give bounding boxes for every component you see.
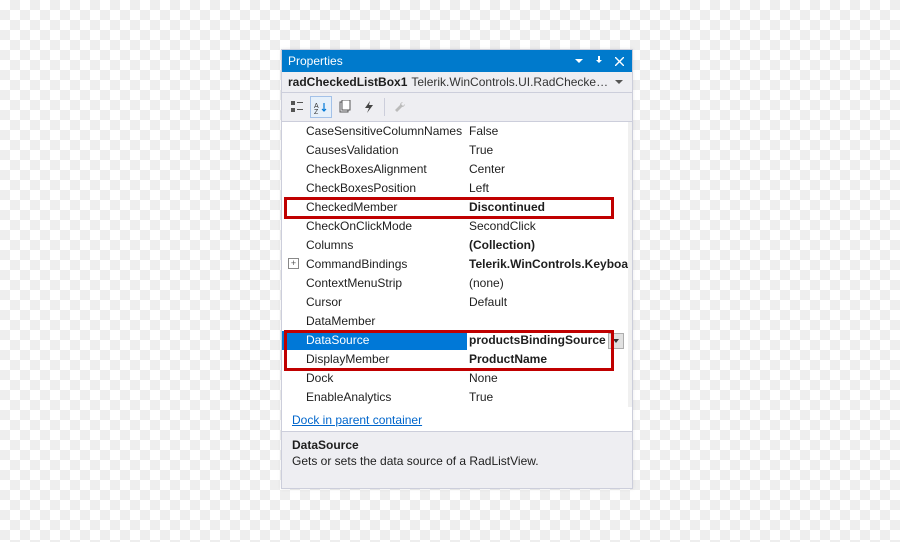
property-row[interactable]: ContextMenuStrip(none)	[282, 274, 628, 293]
property-name: DataMember	[282, 312, 467, 331]
pin-icon[interactable]	[590, 52, 608, 70]
property-value[interactable]: productsBindingSource	[467, 331, 628, 350]
property-value[interactable]: Default	[467, 293, 628, 312]
object-selector[interactable]: radCheckedListBox1 Telerik.WinControls.U…	[282, 72, 632, 93]
description-title: DataSource	[292, 438, 622, 452]
property-value[interactable]	[467, 312, 628, 331]
property-value-text: True	[469, 143, 493, 157]
property-name: DisplayMember	[282, 350, 467, 369]
property-name: ContextMenuStrip	[282, 274, 467, 293]
property-name: CheckBoxesAlignment	[282, 160, 467, 179]
property-value[interactable]: Discontinued	[467, 198, 628, 217]
expander-icon[interactable]: +	[288, 258, 299, 269]
wrench-button	[389, 96, 411, 118]
property-value-text: (Collection)	[469, 238, 535, 252]
property-name: Cursor	[282, 293, 467, 312]
property-value-text: True	[469, 390, 493, 404]
property-row[interactable]: CursorDefault	[282, 293, 628, 312]
property-name: CausesValidation	[282, 141, 467, 160]
object-type: Telerik.WinControls.UI.RadCheckedListBox	[411, 75, 612, 89]
property-name: Columns	[282, 236, 467, 255]
property-value[interactable]: Telerik.WinControls.Keyboa	[467, 255, 628, 274]
property-value[interactable]: False	[467, 122, 628, 141]
property-value[interactable]: ProductName	[467, 350, 628, 369]
toolbar: AZ	[282, 93, 632, 122]
property-value-text: None	[469, 371, 498, 385]
properties-panel: Properties radCheckedListBox1 Telerik.Wi…	[281, 49, 633, 489]
property-row[interactable]: DisplayMemberProductName	[282, 350, 628, 369]
description-pane: DataSource Gets or sets the data source …	[282, 431, 632, 488]
titlebar-title: Properties	[288, 54, 570, 68]
property-value[interactable]: Center	[467, 160, 628, 179]
dock-link[interactable]: Dock in parent container	[292, 413, 422, 427]
commands-area: Dock in parent container	[282, 407, 632, 431]
property-row[interactable]: DataMember	[282, 312, 628, 331]
property-row[interactable]: DataSourceproductsBindingSource	[282, 331, 628, 350]
property-row[interactable]: CheckOnClickModeSecondClick	[282, 217, 628, 236]
property-row[interactable]: CaseSensitiveColumnNamesFalse	[282, 122, 628, 141]
alphabetical-button[interactable]: AZ	[310, 96, 332, 118]
property-value-text: Center	[469, 162, 505, 176]
property-value[interactable]: True	[467, 141, 628, 160]
object-name: radCheckedListBox1	[288, 75, 407, 89]
events-button[interactable]	[358, 96, 380, 118]
dropdown-button[interactable]	[608, 333, 624, 349]
property-row[interactable]: Columns(Collection)	[282, 236, 628, 255]
property-value[interactable]: SecondClick	[467, 217, 628, 236]
property-row[interactable]: +CommandBindingsTelerik.WinControls.Keyb…	[282, 255, 628, 274]
property-value-text: Telerik.WinControls.Keyboa	[469, 257, 628, 271]
property-row[interactable]: CheckedMemberDiscontinued	[282, 198, 628, 217]
property-row[interactable]: CheckBoxesAlignmentCenter	[282, 160, 628, 179]
property-value-text: Default	[469, 295, 507, 309]
property-name: CheckBoxesPosition	[282, 179, 467, 198]
property-value[interactable]: (Collection)	[467, 236, 628, 255]
property-row[interactable]: EnableAnalyticsTrue	[282, 388, 628, 407]
chevron-down-icon[interactable]	[612, 75, 626, 89]
property-name: CheckedMember	[282, 198, 467, 217]
description-text: Gets or sets the data source of a RadLis…	[292, 454, 622, 468]
property-row[interactable]: DockNone	[282, 369, 628, 388]
property-name: CheckOnClickMode	[282, 217, 467, 236]
property-value-text: SecondClick	[469, 219, 536, 233]
scrollbar[interactable]	[628, 122, 632, 407]
property-name: CaseSensitiveColumnNames	[282, 122, 467, 141]
categorized-button[interactable]	[286, 96, 308, 118]
property-value-text: Discontinued	[469, 200, 545, 214]
property-value-text: False	[469, 124, 498, 138]
close-icon[interactable]	[610, 52, 628, 70]
property-value-text: (none)	[469, 276, 504, 290]
property-grid: CaseSensitiveColumnNamesFalseCausesValid…	[282, 122, 632, 407]
property-pages-button[interactable]	[334, 96, 356, 118]
property-value-text: Left	[469, 181, 489, 195]
property-name: CommandBindings	[282, 255, 467, 274]
property-value-text: productsBindingSource	[469, 333, 606, 347]
property-row[interactable]: CheckBoxesPositionLeft	[282, 179, 628, 198]
property-name: Dock	[282, 369, 467, 388]
property-value[interactable]: (none)	[467, 274, 628, 293]
property-value[interactable]: Left	[467, 179, 628, 198]
property-value-text: ProductName	[469, 352, 547, 366]
toolbar-separator	[384, 98, 385, 116]
svg-text:Z: Z	[314, 109, 319, 114]
titlebar: Properties	[282, 50, 632, 72]
property-name: EnableAnalytics	[282, 388, 467, 407]
property-value[interactable]: None	[467, 369, 628, 388]
dropdown-icon[interactable]	[570, 52, 588, 70]
property-row[interactable]: CausesValidationTrue	[282, 141, 628, 160]
property-name: DataSource	[282, 331, 467, 350]
titlebar-controls	[570, 52, 628, 70]
property-value[interactable]: True	[467, 388, 628, 407]
